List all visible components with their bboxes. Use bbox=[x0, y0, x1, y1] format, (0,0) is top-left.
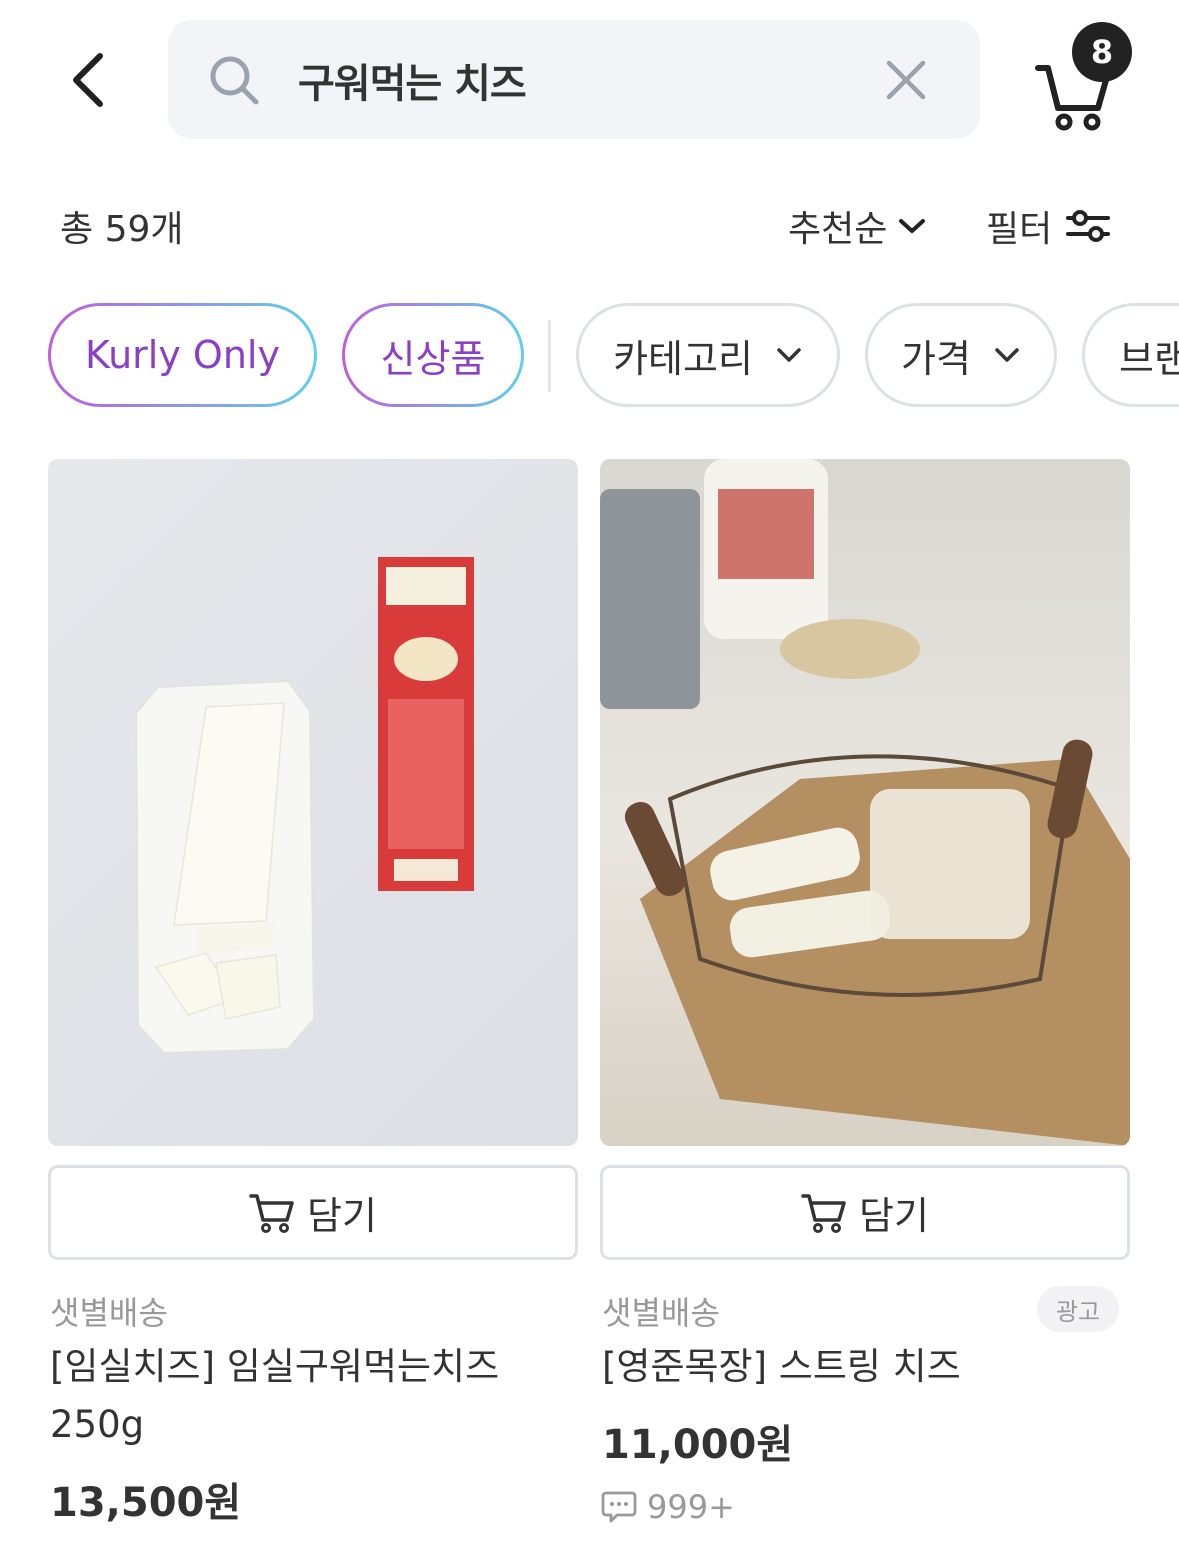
add-to-cart-button[interactable]: 담기 bbox=[600, 1165, 1130, 1260]
cart-icon bbox=[249, 1193, 294, 1233]
back-button[interactable] bbox=[52, 40, 124, 120]
cart-count-badge: 8 bbox=[1072, 22, 1132, 82]
close-icon bbox=[886, 60, 926, 99]
chip-label: Kurly Only bbox=[85, 333, 280, 377]
add-to-cart-label: 담기 bbox=[859, 1194, 929, 1238]
comment-icon bbox=[601, 1491, 637, 1523]
sort-label: 추천순 bbox=[788, 209, 888, 250]
chevron-down-icon bbox=[777, 348, 801, 362]
chip-new-products[interactable]: 신상품 bbox=[342, 303, 524, 407]
filter-button[interactable]: 필터 bbox=[986, 200, 1111, 252]
review-count-label: 999+ bbox=[647, 1488, 735, 1526]
search-input[interactable]: 구워먹는 치즈 bbox=[298, 51, 876, 109]
chip-divider bbox=[548, 320, 551, 392]
clear-search-button[interactable] bbox=[876, 50, 936, 110]
product-name[interactable]: [영준목장] 스트링 치즈 bbox=[602, 1338, 961, 1396]
chip-price[interactable]: 가격 bbox=[865, 303, 1057, 407]
chip-label: 가격 bbox=[901, 336, 971, 381]
chevron-down-icon bbox=[995, 348, 1019, 362]
add-to-cart-button[interactable]: 담기 bbox=[48, 1165, 578, 1260]
sort-dropdown[interactable]: 추천순 bbox=[788, 200, 927, 252]
cart-button[interactable]: 8 bbox=[1030, 20, 1140, 131]
product-price: 11,000원 bbox=[602, 1422, 794, 1468]
chevron-down-icon bbox=[899, 219, 926, 233]
ad-badge: 광고 bbox=[1037, 1286, 1119, 1332]
delivery-type: 샛별배송 bbox=[602, 1294, 720, 1332]
search-bar[interactable]: 구워먹는 치즈 bbox=[168, 20, 980, 139]
chip-label: 신상품 bbox=[380, 336, 486, 381]
chip-label: 브랜드 bbox=[1119, 336, 1179, 381]
filter-sliders-icon bbox=[1066, 210, 1111, 242]
product-price: 13,500원 bbox=[50, 1480, 242, 1526]
cart-icon bbox=[801, 1193, 846, 1233]
total-count: 총 59개 bbox=[60, 209, 184, 250]
product-image[interactable] bbox=[600, 459, 1130, 1146]
delivery-type: 샛별배송 bbox=[50, 1294, 168, 1332]
chip-brand[interactable]: 브랜드 bbox=[1082, 303, 1179, 407]
product-image[interactable] bbox=[48, 459, 578, 1146]
filter-label: 필터 bbox=[986, 209, 1053, 250]
product-name-weight[interactable]: 250g bbox=[50, 1396, 144, 1454]
chip-kurly-only[interactable]: Kurly Only bbox=[48, 303, 317, 407]
chevron-left-icon bbox=[73, 53, 103, 107]
add-to-cart-label: 담기 bbox=[307, 1194, 377, 1238]
product-name[interactable]: [임실치즈] 임실구워먹는치즈 bbox=[50, 1338, 499, 1396]
cheese-photo bbox=[134, 557, 474, 1055]
chip-category[interactable]: 카테고리 bbox=[576, 303, 840, 407]
search-icon bbox=[210, 56, 259, 104]
chip-label: 카테고리 bbox=[613, 336, 753, 381]
review-count: 999+ bbox=[601, 1488, 735, 1526]
string-cheese-photo bbox=[600, 459, 1130, 1146]
